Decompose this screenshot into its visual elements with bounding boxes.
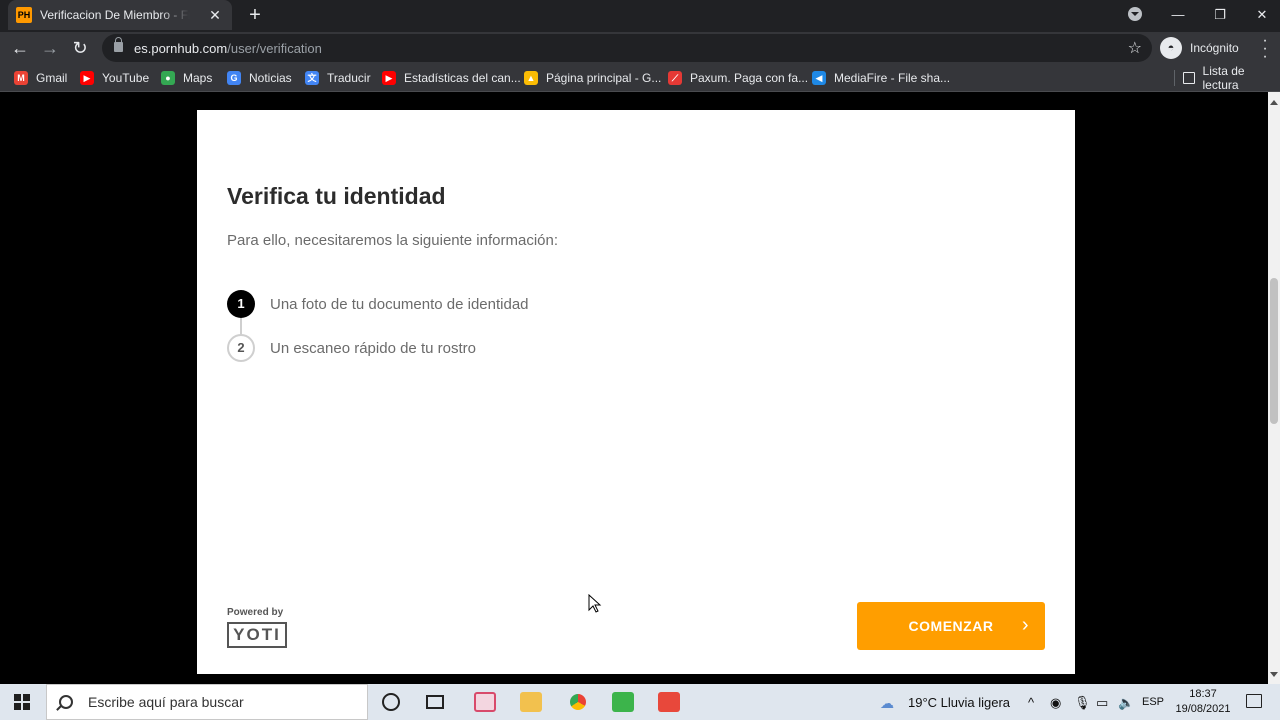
camtasia-green-icon[interactable]: [612, 692, 634, 712]
network-icon[interactable]: ▭: [1096, 695, 1108, 711]
scroll-up-arrow-icon[interactable]: [1270, 96, 1278, 105]
reading-list-label: Lista de lectura: [1202, 64, 1245, 92]
page-scrollbar[interactable]: [1268, 92, 1280, 684]
back-arrow-icon[interactable]: ←: [8, 36, 32, 60]
adsense-icon: ▲: [524, 71, 538, 85]
bookmark-label: Maps: [183, 71, 213, 85]
mediafire-icon: ◀: [812, 71, 826, 85]
restore-button[interactable]: ❐: [1200, 2, 1240, 28]
new-tab-button[interactable]: +: [244, 4, 266, 26]
bookmark-label: Noticias: [249, 71, 292, 85]
step-number-active: 1: [227, 290, 255, 318]
step-label: Una foto de tu documento de identidad: [270, 295, 529, 313]
clock-time: 18:37: [1189, 688, 1217, 700]
bookmark-label: Gmail: [36, 71, 68, 85]
chevron-right-icon: ›: [1021, 614, 1029, 636]
bookmark-label: Página principal - G...: [546, 71, 662, 85]
step-item: 2 Un escaneo rápido de tu rostro: [227, 334, 476, 362]
youtube-icon: ▶: [80, 71, 94, 85]
bookmark-maps[interactable]: ● Maps: [161, 70, 212, 86]
incognito-icon: ◓: [1160, 37, 1182, 59]
translate-icon: 文: [305, 71, 319, 85]
clock-date: 19/08/2021: [1175, 703, 1231, 715]
chrome-icon[interactable]: [566, 690, 590, 714]
incognito-profile-button[interactable]: ◓ Incógnito: [1160, 36, 1239, 60]
tray-chevron-up-icon[interactable]: ^: [1028, 695, 1034, 710]
url-host: es.pornhub.com: [134, 41, 228, 56]
paxum-icon: ⟋: [668, 71, 682, 85]
bookmark-gmail[interactable]: M Gmail: [14, 70, 67, 86]
browser-titlebar: PH Verificacion De Miembro - Free Porn ✕…: [0, 0, 1280, 32]
news-icon: G: [227, 71, 241, 85]
bookmark-noticias[interactable]: G Noticias: [227, 70, 292, 86]
windows-start-icon[interactable]: [14, 694, 30, 710]
reload-icon[interactable]: ↻: [68, 36, 92, 60]
url-path: /user/verification: [227, 41, 322, 56]
search-icon: [59, 695, 73, 709]
browser-tab[interactable]: PH Verificacion De Miembro - Free Porn ✕: [8, 0, 232, 30]
taskbar-search-box[interactable]: Escribe aquí para buscar: [46, 684, 368, 720]
scroll-down-arrow-icon[interactable]: [1270, 672, 1278, 681]
step-item: 1 Una foto de tu documento de identidad: [227, 290, 529, 318]
powered-by-label: Powered by: [227, 607, 284, 618]
cortana-icon[interactable]: [382, 693, 400, 711]
address-bar[interactable]: es.pornhub.com/user/verification ☆: [102, 34, 1152, 62]
file-explorer-icon[interactable]: [520, 692, 542, 712]
minimize-button[interactable]: —: [1158, 2, 1198, 28]
bookmark-estadisticas[interactable]: ▶ Estadísticas del can...: [382, 70, 521, 86]
maps-icon: ●: [161, 71, 175, 85]
gmail-icon: M: [14, 71, 28, 85]
bookmark-mediafire[interactable]: ◀ MediaFire - File sha...: [812, 70, 950, 86]
step-number-inactive: 2: [227, 334, 255, 362]
profile-label: Incógnito: [1190, 41, 1239, 55]
start-button[interactable]: COMENZAR ›: [857, 602, 1045, 650]
reading-list-icon: [1183, 72, 1195, 84]
snipping-tool-icon[interactable]: [474, 692, 496, 712]
bookmark-label: YouTube: [102, 71, 150, 85]
bookmark-label: Traducir: [327, 71, 371, 85]
page-title: Verifica tu identidad: [227, 183, 446, 209]
tab-title: Verificacion De Miembro - Free Porn: [40, 8, 190, 22]
search-placeholder: Escribe aquí para buscar: [88, 694, 244, 710]
bookmark-label: Estadísticas del can...: [404, 71, 521, 85]
site-favicon: PH: [16, 7, 32, 23]
bookmark-pagina-principal[interactable]: ▲ Página principal - G...: [524, 70, 661, 86]
close-window-button[interactable]: ✕: [1242, 2, 1280, 28]
volume-icon[interactable]: 🔈: [1118, 695, 1134, 711]
microphone-icon[interactable]: 🎙: [1074, 695, 1091, 711]
browser-menu-icon[interactable]: · · ·: [1258, 33, 1272, 65]
task-view-icon[interactable]: [426, 695, 444, 709]
bookmark-star-icon[interactable]: ☆: [1128, 38, 1142, 58]
step-label: Un escaneo rápido de tu rostro: [270, 339, 476, 357]
taskbar-clock[interactable]: 18:37 19/08/2021: [1170, 687, 1236, 717]
tab-search-icon[interactable]: [1128, 7, 1142, 21]
lock-icon: [114, 37, 123, 52]
page-subtitle: Para ello, necesitaremos la siguiente in…: [227, 232, 559, 249]
yoti-logo: YOTI: [227, 622, 287, 648]
bookmark-traducir[interactable]: 文 Traducir: [305, 70, 371, 86]
language-indicator[interactable]: ESP: [1142, 696, 1164, 708]
browser-toolbar: ← → ↻ es.pornhub.com/user/verification ☆…: [0, 32, 1280, 65]
url-text[interactable]: es.pornhub.com/user/verification: [134, 41, 322, 56]
bookmark-paxum[interactable]: ⟋ Paxum. Paga con fa...: [668, 70, 808, 86]
steam-icon[interactable]: ◉: [1050, 695, 1061, 711]
youtube-studio-icon: ▶: [382, 71, 396, 85]
camtasia-red-icon[interactable]: [658, 692, 680, 712]
bookmark-label: Paxum. Paga con fa...: [690, 71, 809, 85]
bookmark-youtube[interactable]: ▶ YouTube: [80, 70, 149, 86]
forward-arrow-icon[interactable]: →: [38, 36, 62, 60]
reading-list-button[interactable]: Lista de lectura: [1174, 64, 1280, 92]
tab-close-icon[interactable]: ✕: [206, 7, 224, 24]
bookmark-label: MediaFire - File sha...: [834, 71, 951, 85]
weather-icon: ☁: [880, 695, 894, 711]
windows-taskbar: Escribe aquí para buscar ☁ 19°C Lluvia l…: [0, 684, 1280, 720]
scroll-thumb[interactable]: [1270, 278, 1278, 424]
notifications-icon[interactable]: [1246, 694, 1262, 708]
bookmarks-bar: M Gmail ▶ YouTube ● Maps G Noticias 文 Traduci…: [0, 64, 1280, 92]
verification-card: Verifica tu identidad Para ello, necesit…: [197, 110, 1075, 674]
start-button-label: COMENZAR: [908, 618, 994, 634]
weather-label[interactable]: 19°C Lluvia ligera: [908, 695, 1010, 710]
page-viewport: Verifica tu identidad Para ello, necesit…: [0, 92, 1268, 684]
